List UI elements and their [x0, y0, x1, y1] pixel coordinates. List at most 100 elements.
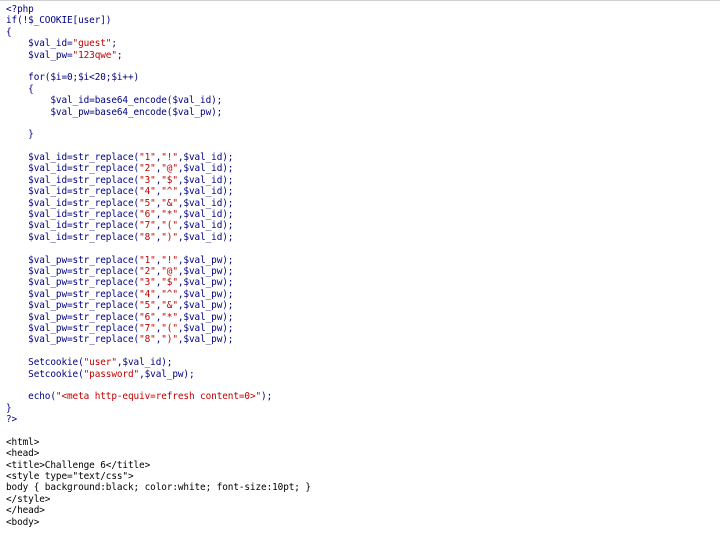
code-token: ,$val_id);	[177, 186, 234, 198]
code-token: <head>	[6, 448, 40, 460]
code-token: Setcookie(	[6, 357, 84, 369]
code-token: $val_id=str_replace(	[6, 197, 140, 209]
code-token: <title>Challenge 6</title>	[6, 459, 151, 471]
code-line: }	[6, 129, 714, 140]
top-divider	[0, 0, 720, 1]
code-line: }	[6, 403, 714, 414]
code-token: <style type="text/css">	[6, 471, 134, 483]
code-line: $val_pw=str_replace("1","!",$val_pw);	[6, 255, 714, 266]
code-string-token: "^"	[161, 186, 178, 198]
code-string-token: "*"	[161, 209, 178, 221]
code-line: <?php	[6, 4, 714, 15]
code-line: $val_id="guest";	[6, 38, 714, 49]
code-token: $val_pw=str_replace(	[6, 300, 140, 312]
code-line: $val_pw=str_replace("4","^",$val_pw);	[6, 289, 714, 300]
code-line: echo("<meta http-equiv=refresh content=0…	[6, 391, 714, 402]
code-token: ,$val_pw);	[177, 254, 234, 266]
code-token: $val_pw=str_replace(	[6, 265, 140, 277]
code-token: body { background:black; color:white; fo…	[6, 482, 311, 494]
code-token: </style>	[6, 493, 51, 505]
code-token: $val_id=str_replace(	[6, 174, 140, 186]
code-token: $val_id=str_replace(	[6, 220, 140, 232]
code-token: ,$val_id);	[177, 220, 234, 232]
code-token: $val_id=	[6, 38, 73, 50]
code-string-token: "^"	[161, 288, 178, 300]
code-string-token: "123qwe"	[72, 49, 117, 61]
code-string-token: "3"	[139, 277, 156, 289]
code-token: <?php	[6, 4, 34, 15]
code-line: <head>	[6, 448, 714, 459]
code-string-token: "password"	[83, 368, 140, 380]
code-token: $val_id=str_replace(	[6, 152, 140, 164]
code-token: $val_id=base64_encode($val_id);	[6, 95, 223, 107]
code-line: $val_id=str_replace("5","&",$val_id);	[6, 198, 714, 209]
code-token: $val_id=str_replace(	[6, 231, 140, 243]
code-token: }	[6, 402, 12, 414]
code-token: $val_pw=str_replace(	[6, 254, 140, 266]
code-token: ,$val_pw);	[139, 368, 195, 380]
code-token: $val_pw=str_replace(	[6, 311, 140, 323]
code-string-token: "&"	[161, 197, 178, 209]
code-string-token: "8"	[139, 334, 156, 346]
code-string-token: "5"	[139, 300, 156, 312]
code-token: echo(	[6, 391, 56, 403]
code-string-token: "user"	[83, 357, 117, 369]
code-line: $val_id=str_replace("2","@",$val_id);	[6, 163, 714, 174]
code-token: ,$val_id);	[177, 231, 234, 243]
code-line: body { background:black; color:white; fo…	[6, 482, 714, 493]
code-token: <html>	[6, 436, 40, 448]
code-token: ,$val_pw);	[177, 300, 234, 312]
code-token: Setcookie(	[6, 368, 84, 380]
code-line: <title>Challenge 6</title>	[6, 460, 714, 471]
code-string-token: "8"	[139, 231, 156, 243]
code-token: $val_pw=	[6, 49, 73, 61]
code-token: ;	[116, 49, 123, 61]
code-token: );	[261, 391, 273, 403]
code-string-token: "1"	[139, 152, 156, 164]
code-string-token: "*"	[161, 311, 178, 323]
code-string-token: "7"	[139, 220, 156, 232]
code-token: <body>	[6, 516, 40, 528]
code-token: ,$val_id);	[177, 197, 234, 209]
code-token: ,$val_pw);	[177, 322, 234, 334]
code-line: $val_pw=str_replace("8",")",$val_pw);	[6, 334, 714, 345]
code-string-token: "<meta http-equiv=refresh content=0>"	[55, 391, 262, 403]
code-line: $val_pw=str_replace("3","$",$val_pw);	[6, 277, 714, 288]
code-line: $val_pw="123qwe";	[6, 50, 714, 61]
code-token: ,$val_pw);	[177, 288, 234, 300]
code-line: $val_id=str_replace("7","(",$val_id);	[6, 220, 714, 231]
code-token: $val_id=str_replace(	[6, 186, 140, 198]
code-token: ,$val_id);	[116, 357, 173, 369]
code-string-token: "5"	[139, 197, 156, 209]
code-line: $val_id=str_replace("1","!",$val_id);	[6, 152, 714, 163]
code-token: ,$val_id);	[177, 152, 234, 164]
code-string-token: "@"	[161, 265, 178, 277]
code-token: ,$val_pw);	[177, 334, 234, 346]
code-line: Setcookie("user",$val_id);	[6, 357, 714, 368]
source-code-view: <?php if(!$_COOKIE[user]){ $val_id="guest…	[6, 4, 714, 528]
code-string-token: "1"	[139, 254, 156, 266]
code-line: if(!$_COOKIE[user])	[6, 15, 714, 26]
code-token: for($i=0;$i<20;$i++)	[6, 72, 140, 84]
code-line: $val_pw=str_replace("7","(",$val_pw);	[6, 323, 714, 334]
code-token: ,$val_id);	[177, 209, 234, 221]
code-token: ,$val_pw);	[177, 265, 234, 277]
code-token: $val_pw=str_replace(	[6, 322, 140, 334]
code-string-token: "3"	[139, 174, 156, 186]
code-line: $val_id=str_replace("8",")",$val_id);	[6, 232, 714, 243]
code-string-token: "2"	[139, 163, 156, 175]
code-line: <body>	[6, 517, 714, 528]
code-string-token: "guest"	[72, 38, 112, 50]
code-token: ?>	[6, 414, 18, 426]
code-string-token: "!"	[161, 254, 178, 266]
code-line: </head>	[6, 505, 714, 516]
code-string-token: "4"	[139, 288, 156, 300]
code-string-token: ")"	[161, 231, 178, 243]
code-token: {	[6, 26, 12, 38]
